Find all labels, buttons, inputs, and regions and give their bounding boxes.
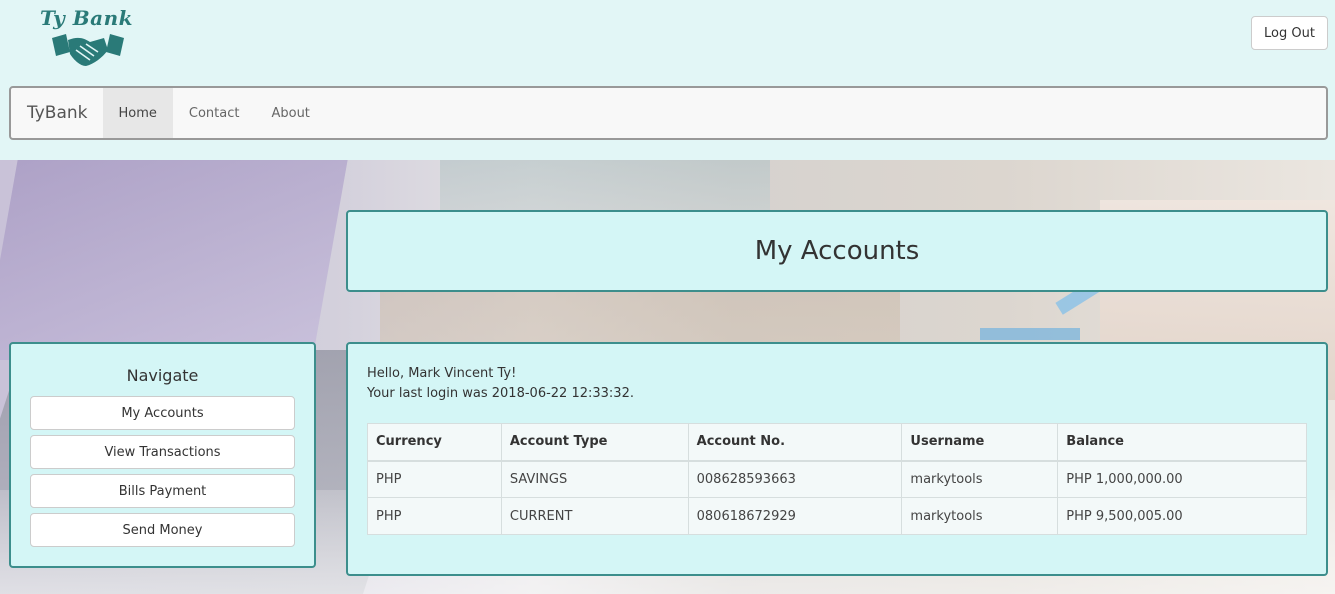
logo-text: Ty Bank [40,6,134,30]
page-header: Ty Bank Log Out TyBank Home Contact Abou… [0,0,1335,160]
table-cell: PHP 1,000,000.00 [1057,460,1307,498]
navbar-brand[interactable]: TyBank [11,88,103,138]
greeting-text: Hello, Mark Vincent Ty! [367,366,517,381]
tybank-logo[interactable]: Ty Bank [36,6,142,66]
table-cell: 008628593663 [687,460,903,498]
table-cell: PHP 9,500,005.00 [1057,497,1307,535]
page-title: My Accounts [754,236,920,266]
table-cell: PHP [367,497,502,535]
nav-item-contact[interactable]: Contact [173,88,256,138]
column-header: Account No. [687,423,903,462]
nav-item-about[interactable]: About [255,88,325,138]
sidebar-navigate: Navigate My Accounts View Transactions B… [9,342,316,568]
nav-item-home[interactable]: Home [102,88,173,138]
sidebar-button-bills-payment[interactable]: Bills Payment [30,474,295,508]
logout-button[interactable]: Log Out [1251,16,1328,50]
column-header: Account Type [500,423,689,462]
accounts-table: Currency Account Type Account No. Userna… [367,423,1307,535]
table-row: PHP SAVINGS 008628593663 markytools PHP … [367,460,1307,498]
table-header-row: Currency Account Type Account No. Userna… [367,423,1307,462]
sidebar-button-view-transactions[interactable]: View Transactions [30,435,295,469]
table-cell: CURRENT [500,497,689,535]
table-cell: markytools [901,497,1059,535]
table-cell: PHP [367,460,502,498]
table-row: PHP CURRENT 080618672929 markytools PHP … [367,497,1307,535]
top-navbar: TyBank Home Contact About [9,86,1328,140]
table-cell: SAVINGS [500,460,689,498]
table-cell: markytools [901,460,1059,498]
accounts-panel: Hello, Mark Vincent Ty! Your last login … [346,342,1328,576]
column-header: Currency [367,423,502,462]
table-cell: 080618672929 [687,497,903,535]
sidebar-heading: Navigate [126,366,199,385]
column-header: Balance [1057,423,1307,462]
page-title-panel: My Accounts [346,210,1328,292]
column-header: Username [901,423,1059,462]
handshake-icon [52,34,124,66]
last-login-text: Your last login was 2018-06-22 12:33:32. [367,386,634,401]
greeting-block: Hello, Mark Vincent Ty! Your last login … [367,364,634,404]
sidebar-button-my-accounts[interactable]: My Accounts [30,396,295,430]
sidebar-button-send-money[interactable]: Send Money [30,513,295,547]
